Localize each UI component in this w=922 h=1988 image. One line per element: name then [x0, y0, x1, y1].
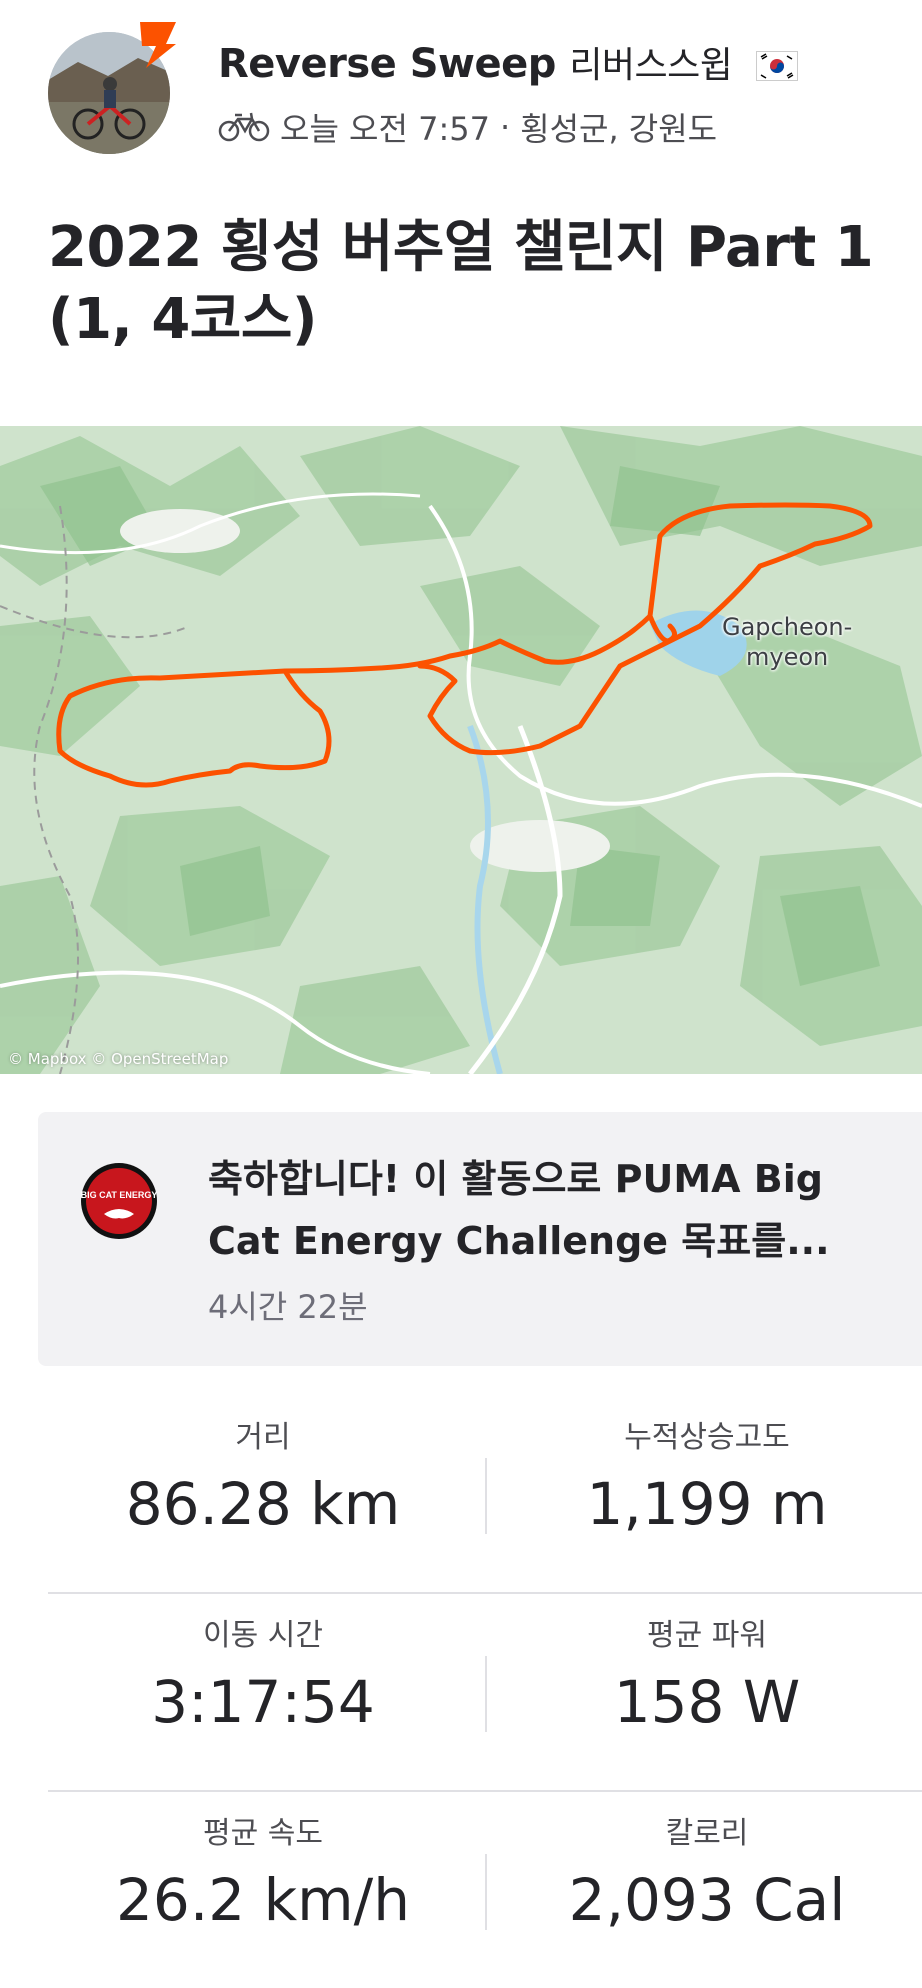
stat-value: 158 W [613, 1668, 801, 1736]
stat-value: 86.28 km [125, 1470, 401, 1538]
challenge-achievement-card[interactable]: BIG CAT ENERGY 축하합니다! 이 활동으로 PUMA Big Ca… [38, 1112, 922, 1366]
stats-row: 거리 86.28 km 누적상승고도 1,199 m [48, 1396, 922, 1594]
stat-value: 2,093 Cal [568, 1866, 846, 1934]
map-place-label: Gapcheon-myeon [722, 613, 853, 671]
stat-label: 거리 [235, 1420, 291, 1455]
stat-label: 누적상승고도 [624, 1420, 790, 1455]
athlete-name[interactable]: Reverse Sweep 리버스스윕 [218, 36, 798, 88]
activity-meta: 오늘 오전 7:57 · 횡성군, 강원도 [218, 104, 717, 150]
athlete-name-korean: 리버스스윕 [569, 45, 733, 86]
meta-separator: · [499, 108, 511, 146]
achievement-duration: 4시간 22분 [208, 1288, 368, 1326]
stat-avg-speed: 평균 속도 26.2 km/h [48, 1792, 478, 1988]
strava-badge-icon [140, 22, 176, 68]
stat-elevation-gain: 누적상승고도 1,199 m [492, 1396, 922, 1592]
map-attribution: © Mapbox © OpenStreetMap [8, 1050, 229, 1068]
stat-label: 이동 시간 [203, 1618, 323, 1653]
stats-row: 이동 시간 3:17:54 평균 파워 158 W [48, 1594, 922, 1792]
achievement-message: 축하합니다! 이 활동으로 PUMA Big Cat Energy Challe… [208, 1157, 830, 1263]
stat-divider [485, 1458, 487, 1534]
stat-value: 1,199 m [586, 1470, 828, 1538]
map-canvas [0, 426, 922, 1074]
stat-label: 평균 속도 [203, 1816, 323, 1851]
stat-divider [485, 1854, 487, 1930]
stat-value: 26.2 km/h [116, 1866, 410, 1934]
stat-divider [485, 1656, 487, 1732]
stat-avg-power: 평균 파워 158 W [492, 1594, 922, 1790]
route-map[interactable]: Gapcheon-myeon © Mapbox © OpenStreetMap [0, 426, 922, 1074]
stat-label: 칼로리 [665, 1816, 749, 1851]
badge-text: BIG CAT ENERGY [81, 1190, 158, 1200]
stat-label: 평균 파워 [647, 1618, 767, 1653]
big-cat-energy-badge-icon: BIG CAT ENERGY [81, 1163, 158, 1239]
stat-moving-time: 이동 시간 3:17:54 [48, 1594, 478, 1790]
korea-flag-icon [755, 51, 798, 81]
activity-title[interactable]: 2022 횡성 버추얼 챌린지 Part 1 (1, 4코스) [48, 212, 908, 356]
bike-icon [218, 112, 270, 142]
stats-row: 평균 속도 26.2 km/h 칼로리 2,093 Cal [48, 1792, 922, 1988]
activity-stats: 거리 86.28 km 누적상승고도 1,199 m 이동 시간 3:17:54… [48, 1396, 922, 1988]
stat-calories: 칼로리 2,093 Cal [492, 1792, 922, 1988]
stat-value: 3:17:54 [151, 1668, 375, 1736]
activity-time: 오늘 오전 7:57 [280, 110, 490, 148]
stat-distance: 거리 86.28 km [48, 1396, 478, 1592]
activity-header: Reverse Sweep 리버스스윕 오늘 오전 7:57 · 횡성군, 강원… [0, 0, 922, 180]
activity-location: 횡성군, 강원도 [520, 110, 718, 148]
